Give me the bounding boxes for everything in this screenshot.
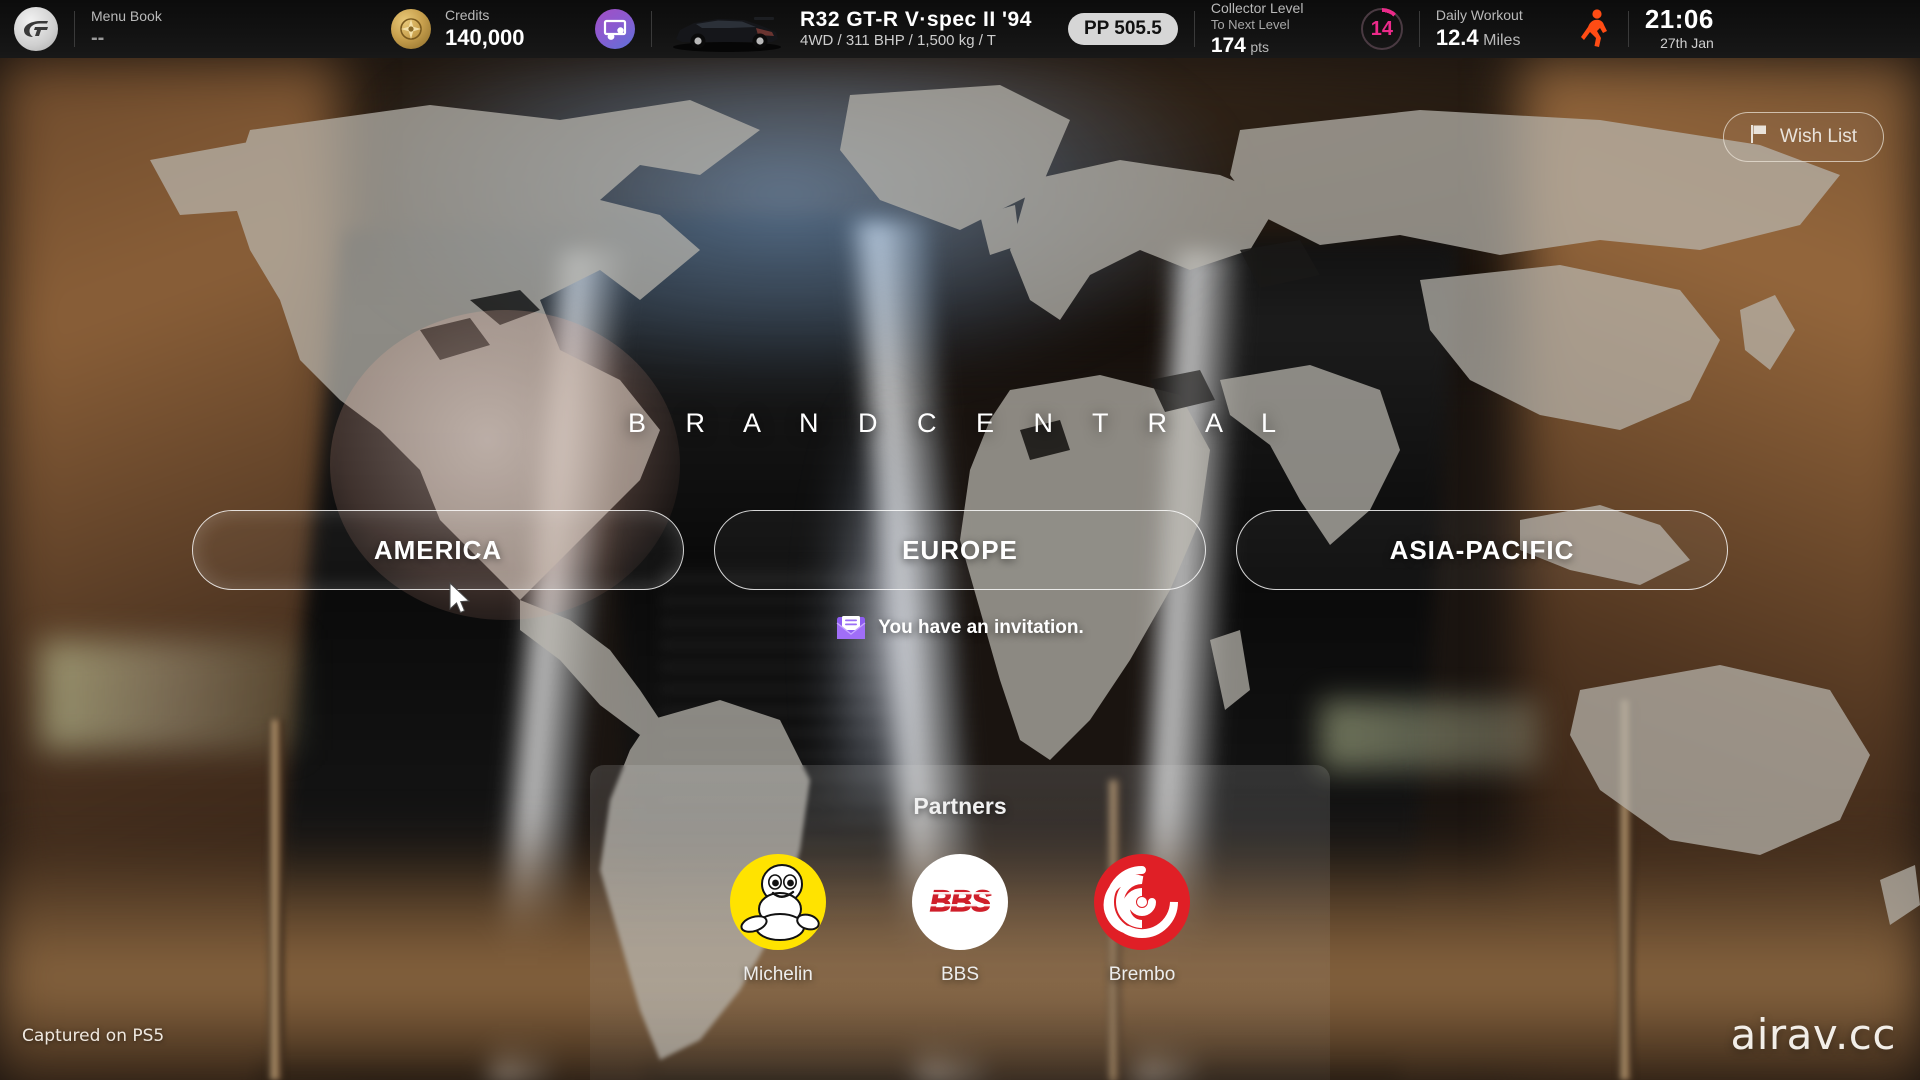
clock-date: 27th Jan — [1660, 34, 1714, 51]
captured-on-label: Captured on PS5 — [22, 1026, 165, 1046]
wish-list-label: Wish List — [1779, 126, 1857, 147]
region-button-europe[interactable]: EUROPE — [714, 510, 1206, 590]
invitation-text: You have an invitation. — [878, 617, 1084, 638]
collector-level-ring: 14 — [1360, 8, 1403, 50]
pp-badge: PP 505.5 — [1068, 13, 1178, 45]
michelin-logo-icon — [730, 854, 826, 950]
car-info-block[interactable]: R32 GT-R V·spec II '94 4WD / 311 BHP / 1… — [800, 7, 1040, 51]
gran-turismo-logo-icon[interactable] — [14, 7, 58, 51]
collector-points: 174 pts — [1211, 33, 1361, 58]
screen: Menu Book -- Credits 140,000 R32 GT-R V·… — [0, 0, 1920, 1080]
partners-title: Partners — [913, 793, 1007, 819]
top-header-bar: Menu Book -- Credits 140,000 R32 GT-R V·… — [0, 0, 1920, 58]
partner-item-bbs[interactable]: BBS BBS — [912, 854, 1008, 986]
partners-list: Michelin BBS BBS Brembo — [590, 854, 1330, 986]
collector-points-value: 174 — [1210, 34, 1246, 58]
divider — [74, 11, 75, 47]
garage-icon[interactable] — [595, 9, 635, 49]
credits-label: Credits — [445, 7, 490, 24]
envelope-icon — [836, 615, 866, 641]
divider — [1627, 11, 1629, 47]
page-title: B R A N D C E N T R A L — [627, 408, 1293, 438]
collector-next-level-label: To Next Level — [1210, 17, 1290, 33]
car-thumbnail — [668, 4, 786, 54]
partner-item-michelin[interactable]: Michelin — [730, 854, 826, 986]
divider — [1193, 11, 1195, 47]
bbs-logo-icon: BBS — [912, 854, 1008, 950]
flag-icon — [1750, 124, 1769, 150]
invitation-notice[interactable]: You have an invitation. — [0, 615, 1920, 641]
brembo-logo-icon — [1094, 854, 1190, 950]
daily-workout-label: Daily Workout — [1435, 7, 1523, 24]
menu-book-label: Menu Book — [91, 8, 162, 25]
watermark: airav.cc — [1730, 1010, 1896, 1059]
credits-coin-icon — [391, 9, 431, 49]
region-selector: AMERICA EUROPE ASIA-PACIFIC — [0, 510, 1920, 590]
clock-block: 21:06 27th Jan — [1644, 4, 1732, 51]
clock-time: 21:06 — [1644, 4, 1714, 35]
region-button-asia-pacific[interactable]: ASIA-PACIFIC — [1236, 510, 1728, 590]
daily-workout-value: 12.4 — [1435, 24, 1479, 50]
partner-item-brembo[interactable]: Brembo — [1094, 854, 1190, 986]
region-button-america[interactable]: AMERICA — [192, 510, 684, 590]
collector-level-label: Collector Level — [1210, 0, 1304, 16]
menu-book-block[interactable]: Menu Book -- — [91, 8, 391, 50]
daily-workout-block[interactable]: Daily Workout 12.4 Miles — [1436, 7, 1576, 51]
region-label: AMERICA — [373, 534, 503, 565]
collector-level-value: 14 — [1370, 17, 1393, 40]
runner-icon — [1576, 7, 1612, 51]
car-specs: 4WD / 311 BHP / 1,500 kg / T — [800, 32, 996, 50]
menu-book-value: -- — [91, 26, 105, 49]
wish-list-button[interactable]: Wish List — [1722, 112, 1884, 162]
partner-name: BBS — [940, 964, 980, 985]
partner-name: Brembo — [1108, 964, 1176, 985]
credits-value: 140,000 — [445, 24, 525, 50]
mouse-cursor — [448, 581, 472, 621]
divider — [1418, 11, 1420, 47]
region-label: EUROPE — [902, 534, 1018, 565]
collector-level-block[interactable]: Collector Level To Next Level 174 pts — [1211, 0, 1361, 58]
daily-workout-unit: Miles — [1483, 31, 1521, 49]
svg-text:BBS: BBS — [930, 885, 991, 918]
daily-workout-value-row: 12.4 Miles — [1436, 25, 1576, 51]
region-label: ASIA-PACIFIC — [1389, 534, 1575, 565]
divider — [651, 11, 652, 47]
collector-points-unit: pts — [1250, 39, 1270, 56]
partner-name: Michelin — [743, 964, 813, 985]
car-name: R32 GT-R V·spec II '94 — [800, 8, 1032, 32]
credits-block[interactable]: Credits 140,000 — [445, 7, 595, 51]
partners-panel: Partners Michelin BBS BBS Brembo — [590, 765, 1330, 1080]
